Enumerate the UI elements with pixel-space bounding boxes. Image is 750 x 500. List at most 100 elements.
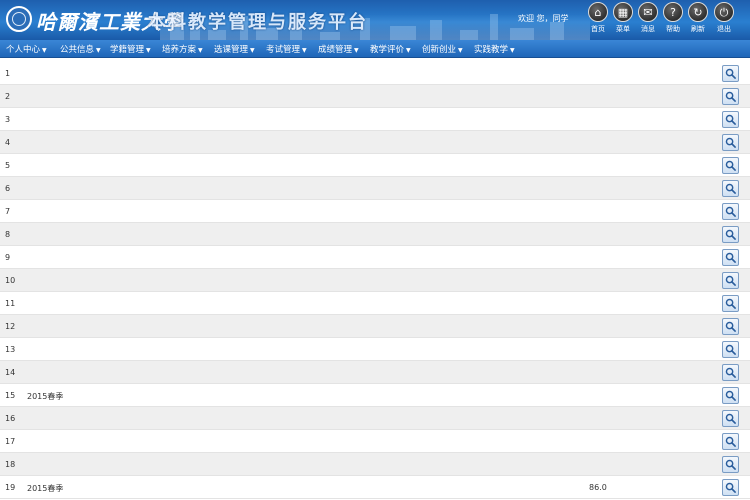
caret-down-icon: ▼ xyxy=(406,47,411,54)
nav-public-info[interactable]: 公共信息 ▼ xyxy=(60,43,101,55)
nav-exam-management[interactable]: 考试管理 ▼ xyxy=(266,43,307,55)
magnifier-icon xyxy=(725,91,736,102)
nav-innovation[interactable]: 创新创业 ▼ xyxy=(422,43,463,55)
message-button[interactable]: ✉ 消息 xyxy=(636,2,660,38)
caret-down-icon: ▼ xyxy=(510,47,515,54)
view-details-button[interactable] xyxy=(722,456,739,473)
school-seal-logo xyxy=(6,6,32,32)
help-button[interactable]: ? 帮助 xyxy=(661,2,685,38)
magnifier-icon xyxy=(725,68,736,79)
view-details-button[interactable] xyxy=(722,479,739,496)
magnifier-icon xyxy=(725,252,736,263)
view-details-button[interactable] xyxy=(722,180,739,197)
magnifier-icon xyxy=(725,390,736,401)
magnifier-icon xyxy=(725,206,736,217)
caret-down-icon: ▼ xyxy=(42,47,47,54)
table-row: 7 xyxy=(0,200,750,223)
header-banner: 哈爾濱工業大學 本科教学管理与服务平台 欢迎 您，同学 ⌂ 首页 ▦ 菜单 ✉ … xyxy=(0,0,750,40)
table-row: 5 xyxy=(0,154,750,177)
cell-idx: 7 xyxy=(5,207,11,216)
table-row: 18 xyxy=(0,453,750,476)
nav-practice-teaching[interactable]: 实践教学 ▼ xyxy=(474,43,515,55)
tool-label: 首页 xyxy=(591,25,605,33)
magnifier-icon xyxy=(725,114,736,125)
magnifier-icon xyxy=(725,321,736,332)
view-details-button[interactable] xyxy=(722,111,739,128)
welcome-text: 欢迎 您，同学 xyxy=(518,14,569,23)
cell-idx: 14 xyxy=(5,368,16,377)
nav-personal-center[interactable]: 个人中心 ▼ xyxy=(6,43,47,55)
magnifier-icon xyxy=(725,459,736,470)
power-icon: ⏻ xyxy=(714,2,734,22)
magnifier-icon xyxy=(725,436,736,447)
tool-label: 帮助 xyxy=(666,25,680,33)
view-details-button[interactable] xyxy=(722,364,739,381)
magnifier-icon xyxy=(725,482,736,493)
view-details-button[interactable] xyxy=(722,295,739,312)
cell-idx: 8 xyxy=(5,230,11,239)
cell-idx: 3 xyxy=(5,115,11,124)
nav-teaching-evaluation[interactable]: 教学评价 ▼ xyxy=(370,43,411,55)
logout-button[interactable]: ⏻ 退出 xyxy=(712,2,736,38)
nav-training-plan[interactable]: 培养方案 ▼ xyxy=(162,43,203,55)
cell-idx: 11 xyxy=(5,299,16,308)
refresh-button[interactable]: ↻ 刷新 xyxy=(686,2,710,38)
cell-idx: 15 xyxy=(5,391,16,400)
view-details-button[interactable] xyxy=(722,134,739,151)
view-details-button[interactable] xyxy=(722,226,739,243)
cell-idx: 17 xyxy=(5,437,16,446)
caret-down-icon: ▼ xyxy=(198,47,203,54)
view-details-button[interactable] xyxy=(722,249,739,266)
help-icon: ? xyxy=(663,2,683,22)
table-row: 19 2015春季 86.0 xyxy=(0,476,750,499)
cell-idx: 13 xyxy=(5,345,16,354)
table-row: 3 xyxy=(0,108,750,131)
home-icon: ⌂ xyxy=(588,2,608,22)
table-row: 10 xyxy=(0,269,750,292)
view-details-button[interactable] xyxy=(722,433,739,450)
caret-down-icon: ▼ xyxy=(458,47,463,54)
cell-idx: 2 xyxy=(5,92,11,101)
message-icon: ✉ xyxy=(638,2,658,22)
cell-idx: 18 xyxy=(5,460,16,469)
cell-idx: 5 xyxy=(5,161,11,170)
table-row: 13 xyxy=(0,338,750,361)
refresh-icon: ↻ xyxy=(688,2,708,22)
table-row: 4 xyxy=(0,131,750,154)
view-details-button[interactable] xyxy=(722,341,739,358)
nav-status-management[interactable]: 学籍管理 ▼ xyxy=(110,43,151,55)
view-details-button[interactable] xyxy=(722,203,739,220)
grid-icon: ▦ xyxy=(613,2,633,22)
caret-down-icon: ▼ xyxy=(302,47,307,54)
nav-course-selection[interactable]: 选课管理 ▼ xyxy=(214,43,255,55)
view-details-button[interactable] xyxy=(722,157,739,174)
nav-grade-management[interactable]: 成绩管理 ▼ xyxy=(318,43,359,55)
view-details-button[interactable] xyxy=(722,65,739,82)
table-row: 9 xyxy=(0,246,750,269)
magnifier-icon xyxy=(725,298,736,309)
cell-score: 86.0 xyxy=(589,483,607,492)
tool-label: 菜单 xyxy=(616,25,630,33)
table-row: 2 xyxy=(0,85,750,108)
table-row: 14 xyxy=(0,361,750,384)
home-button[interactable]: ⌂ 首页 xyxy=(586,2,610,38)
view-details-button[interactable] xyxy=(722,410,739,427)
view-details-button[interactable] xyxy=(722,88,739,105)
cell-idx: 19 xyxy=(5,483,16,492)
magnifier-icon xyxy=(725,413,736,424)
cell-idx: 12 xyxy=(5,322,16,331)
magnifier-icon xyxy=(725,160,736,171)
caret-down-icon: ▼ xyxy=(250,47,255,54)
tool-label: 退出 xyxy=(717,25,731,33)
magnifier-icon xyxy=(725,229,736,240)
menu-button[interactable]: ▦ 菜单 xyxy=(611,2,635,38)
caret-down-icon: ▼ xyxy=(146,47,151,54)
view-details-button[interactable] xyxy=(722,272,739,289)
cell-term: 2015春季 xyxy=(27,484,64,493)
platform-name: 本科教学管理与服务平台 xyxy=(148,12,368,33)
table-row: 12 xyxy=(0,315,750,338)
view-details-button[interactable] xyxy=(722,387,739,404)
magnifier-icon xyxy=(725,275,736,286)
view-details-button[interactable] xyxy=(722,318,739,335)
caret-down-icon: ▼ xyxy=(354,47,359,54)
